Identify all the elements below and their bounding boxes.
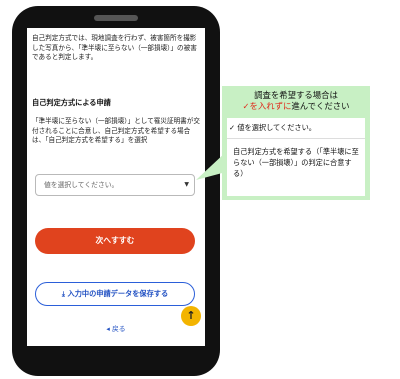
option-placeholder[interactable]: ✓ 値を選択してください。	[229, 123, 316, 133]
instruction-callout: 調査を希望する場合は ✓を入れずに進んでください ✓ 値を選択してください。 自…	[222, 86, 370, 200]
callout-title-rest: 進んでください	[291, 101, 350, 111]
dropdown-options-list: ✓ 値を選択してください。 自己判定方式を希望する（「準半壊に至らない（一部損壊…	[227, 118, 365, 196]
callout-warning-text: ✓を入れずに	[242, 101, 292, 111]
option-self-assessment[interactable]: 自己判定方式を希望する（「準半壊に至らない（一部損壊）」の判定に合意する）	[233, 146, 361, 179]
callout-title-line2: ✓を入れずに進んでください	[222, 101, 370, 112]
check-icon: ✓	[229, 123, 236, 132]
callout-title-line1: 調査を希望する場合は	[254, 90, 338, 100]
callout-title: 調査を希望する場合は ✓を入れずに進んでください	[222, 90, 370, 112]
option-placeholder-label: 値を選択してください。	[237, 123, 316, 132]
option-divider	[227, 138, 365, 139]
